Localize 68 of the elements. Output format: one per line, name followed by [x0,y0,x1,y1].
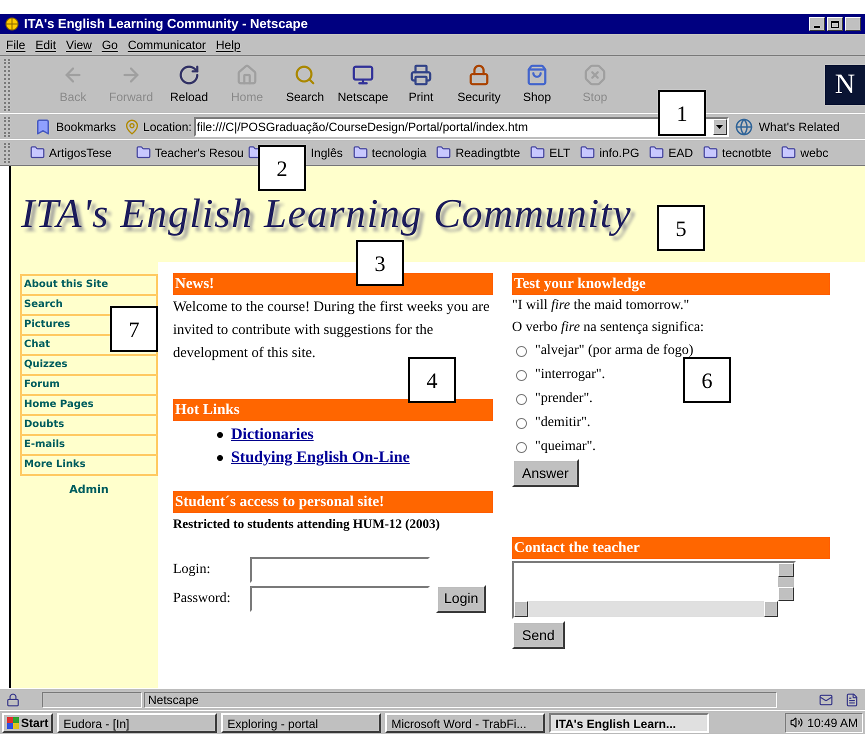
location-label: Location: [143,118,192,136]
hot-link[interactable]: Dictionaries [231,423,314,446]
clock: 10:49 AM [807,714,858,732]
menu-item[interactable]: Help [216,36,241,54]
answer-option[interactable]: "interrogar". [512,363,606,387]
start-button[interactable]: Start [2,712,54,732]
restriction-note: Restricted to students attending HUM-12 (2003) [173,515,441,533]
answer-option[interactable]: "demitir". [512,411,590,435]
whats-related-button[interactable]: What's Related [758,118,840,136]
section-header: News! [173,273,493,295]
bookmark-folder[interactable]: ArtigosTese [30,144,112,162]
toolbar-button[interactable]: Shop [508,64,566,106]
sidebar-link[interactable]: About this Site [21,275,157,295]
toolbar-button[interactable]: Print [392,64,450,106]
answer-option[interactable]: "queimar". [512,435,596,459]
bookmark-folder[interactable]: Teacher's Resou [136,144,244,162]
quiz-sentence: "I will fire the maid tomorrow." [512,297,690,315]
taskbar-task[interactable]: ITA's English Learn... [549,712,710,732]
admin-link[interactable]: Admin [20,482,158,498]
section-header: Hot Links [173,399,493,421]
status-text: Netscape [148,692,199,708]
toolbar-button[interactable]: Search [276,64,334,106]
toolbar-button[interactable]: Security [450,64,508,106]
throbber: N [825,64,865,104]
bookmark-folder[interactable]: ELT [530,144,570,162]
login-button[interactable]: Login [436,584,486,612]
menu-item[interactable]: Edit [35,36,56,54]
toolbar-button[interactable]: Netscape [334,64,392,106]
site-logo: ITA's English Learning Community [21,189,632,238]
window-title: ITA's English Learning Community - Netscape [24,15,308,34]
toolbar-button[interactable]: Reload [160,64,218,106]
taskbar-task[interactable]: Exploring - portal [221,712,382,732]
section-header: Contact the teacher [512,537,830,559]
callout-tooltip: 5 [657,205,705,251]
sidebar-link[interactable]: More Links [21,455,157,475]
callout-tooltip: 6 [683,357,731,403]
sidebar-link[interactable]: Forum [21,375,157,395]
bookmark-folder[interactable]: info.PG [580,144,640,162]
sidebar-link[interactable]: Quizzes [21,355,157,375]
taskbar-task[interactable]: Microsoft Word - TrabFi... [385,712,546,732]
login-label: Login: [173,561,212,579]
bookmarks-button[interactable]: Bookmarks [56,118,116,136]
sidebar-link[interactable]: E-mails [21,435,157,455]
bookmark-folder[interactable]: Readingtbte [436,144,520,162]
quiz-question: O verbo fire na sentença significa: [512,319,705,337]
sidebar-link[interactable]: Doubts [21,415,157,435]
section-header: Student´s access to personal site! [173,491,493,513]
bookmark-folder[interactable]: tecnologia [352,144,426,162]
send-button[interactable]: Send [512,621,565,649]
callout-tooltip: 7 [110,306,158,352]
menu-item[interactable]: Communicator [128,36,206,54]
callout-tooltip: 4 [408,357,456,403]
callout-tooltip: 3 [356,240,404,286]
bookmark-folder[interactable]: tecnotbte [703,144,772,162]
answer-option[interactable]: "prender". [512,387,593,411]
menu-item[interactable]: File [6,36,26,54]
password-label: Password: [173,590,232,608]
callout-tooltip: 1 [658,90,706,136]
menu-item[interactable]: Go [102,36,118,54]
bookmark-folder[interactable]: EAD [649,144,694,162]
taskbar-task[interactable]: Eudora - [In] [57,712,218,732]
sidebar-link[interactable]: Home Pages [21,395,157,415]
bookmark-folder[interactable]: webc [781,144,828,162]
section-header: Test your knowledge [512,273,830,295]
callout-tooltip: 2 [258,145,306,191]
answer-button[interactable]: Answer [512,459,579,487]
hot-link[interactable]: Studying English On-Line [231,446,410,469]
menu-item[interactable]: View [66,36,92,54]
